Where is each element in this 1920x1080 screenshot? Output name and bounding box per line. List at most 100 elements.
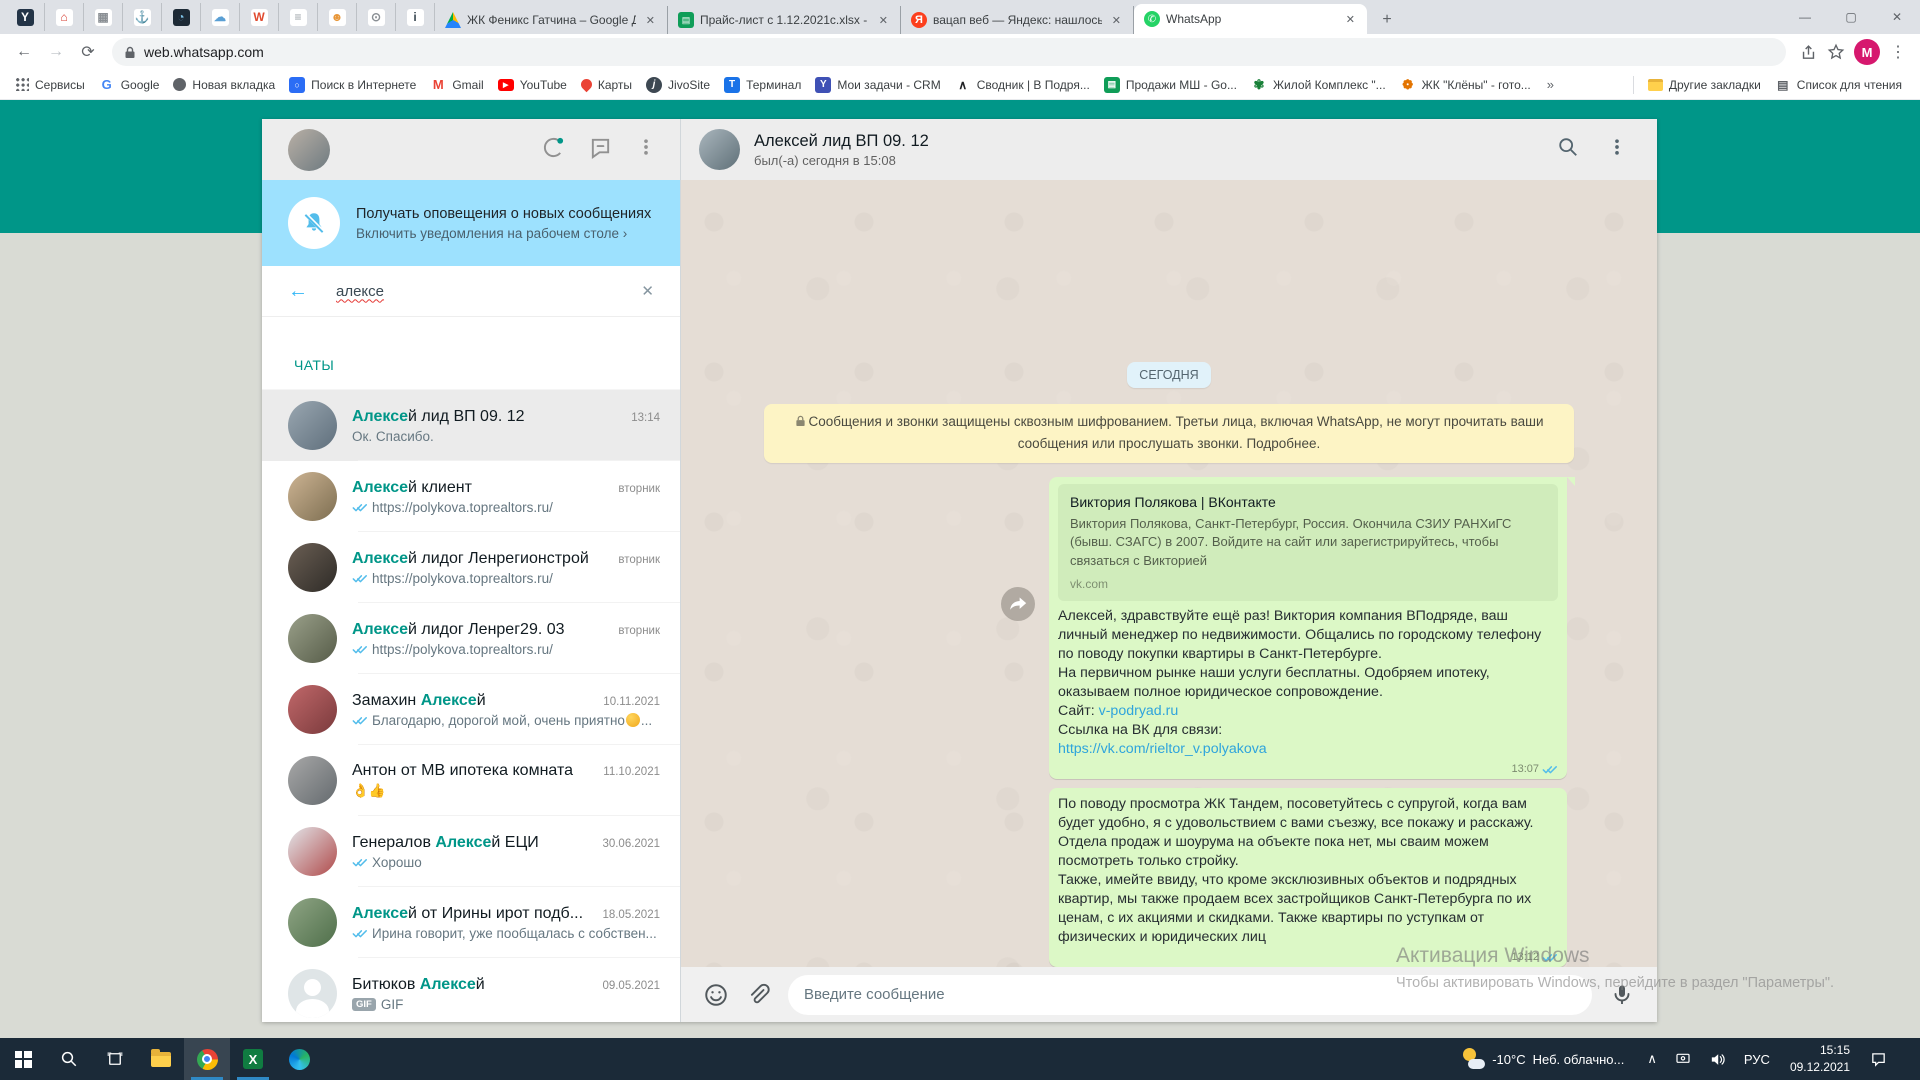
bookmark-item-folder[interactable]: Другие закладки — [1642, 74, 1767, 96]
chat-list-item[interactable]: Алексей клиент вторник https://polykova.to… — [262, 461, 680, 532]
language-indicator[interactable]: РУС — [1737, 1038, 1777, 1080]
bookmark-item[interactable]: j JivoSite — [640, 74, 716, 96]
chat-preview-text: https://polykova.toprealtors.ru/ — [372, 499, 553, 515]
bookmark-item[interactable]: ✾ Жилой Комплекс "... — [1245, 74, 1392, 96]
chat-list-item[interactable]: Антон от МВ ипотека комната 11.10.2021 👌👍 — [262, 745, 680, 816]
pinned-tab[interactable]: ◔ — [162, 3, 201, 31]
banner-subtitle[interactable]: Включить уведомления на рабочем столе › — [356, 226, 651, 241]
browser-tab-2[interactable]: ▤ Прайс-лист с 1.12.2021c.xlsx - G ✕ — [668, 6, 901, 34]
bookmark-item[interactable]: G Google — [93, 74, 166, 96]
new-tab-button[interactable]: + — [1373, 6, 1401, 34]
reload-button[interactable]: ⟳ — [74, 38, 102, 66]
browser-menu-icon[interactable]: ⋮ — [1884, 38, 1912, 66]
message-link[interactable]: v-podryad.ru — [1099, 703, 1179, 719]
pinned-tab[interactable]: ⌂ — [45, 3, 84, 31]
bookmark-item[interactable]: Новая вкладка — [167, 74, 281, 96]
bookmark-item[interactable]: ∧ Сводник | В Подря... — [949, 74, 1096, 96]
pinned-tab[interactable]: ☁ — [201, 3, 240, 31]
outgoing-message-row: По поводу просмотра ЖК Тандем, посоветуй… — [1049, 788, 1567, 967]
attach-icon[interactable] — [740, 977, 776, 1013]
bookmark-item[interactable]: ❁ ЖК "Клёны" - гото... — [1394, 74, 1537, 96]
file-explorer-button[interactable] — [138, 1038, 184, 1080]
bookmarks-overflow-chevron[interactable]: » — [1539, 77, 1562, 92]
minimize-button[interactable]: — — [1782, 0, 1828, 34]
pinned-tab[interactable]: ≡ — [279, 3, 318, 31]
pinned-tab[interactable]: i — [396, 3, 435, 31]
chat-list-item[interactable]: Алексей лидог Ленрег29. 03 вторник https:/… — [262, 603, 680, 674]
tab-close-icon[interactable]: ✕ — [642, 12, 659, 29]
status-icon[interactable] — [542, 136, 565, 164]
chat-search-icon[interactable] — [1557, 136, 1579, 163]
emoji-icon[interactable] — [698, 977, 734, 1013]
chat-preview-text: Ок. Спасибо. — [352, 428, 434, 444]
sidebar-menu-icon[interactable] — [636, 137, 656, 162]
bookmark-item[interactable]: ○ Поиск в Интернете — [283, 74, 422, 96]
tab-close-icon[interactable]: ✕ — [1108, 12, 1125, 29]
bookmark-item[interactable]: ▶ YouTube — [492, 74, 573, 96]
bookmark-item[interactable]: Y Мои задачи - CRM — [809, 74, 946, 96]
address-bar[interactable]: web.whatsapp.com — [112, 38, 1786, 66]
bookmark-label: Gmail — [452, 77, 484, 92]
bookmark-item[interactable]: T Терминал — [718, 74, 807, 96]
chat-list-item[interactable]: Алексей лид ВП 09. 12 13:14 Ок. Спасибо. — [262, 390, 680, 461]
pinned-tab[interactable]: Y — [6, 3, 45, 31]
pinned-tab[interactable]: ⊙ — [357, 3, 396, 31]
outgoing-message[interactable]: Виктория Полякова | ВКонтакте Виктория По… — [1049, 476, 1575, 780]
bookmark-item[interactable]: Карты — [575, 74, 638, 96]
forward-button[interactable] — [1001, 586, 1035, 621]
tab-close-icon[interactable]: ✕ — [875, 12, 892, 29]
bookmark-star-icon[interactable] — [1822, 38, 1850, 66]
browser-tab-3[interactable]: Явацап веб — Яндекс: нашлось 5 ✕ — [901, 6, 1134, 34]
profile-avatar[interactable] — [288, 128, 330, 171]
chat-list-item[interactable]: Генералов Алексей ЕЦИ 30.06.2021 Хорошо — [262, 816, 680, 887]
action-center-icon[interactable] — [1863, 1038, 1894, 1080]
weather-widget[interactable]: -10°C Неб. облачно... — [1451, 1047, 1634, 1071]
search-back-icon[interactable]: ← — [288, 280, 308, 303]
task-view-button[interactable] — [92, 1038, 138, 1080]
volume-icon[interactable] — [1702, 1038, 1733, 1080]
new-chat-icon[interactable] — [589, 136, 612, 164]
outgoing-message[interactable]: По поводу просмотра ЖК Тандем, посоветуй… — [1049, 788, 1567, 967]
chat-header[interactable]: Алексей лид ВП 09. 12 был(-а) сегодня в … — [681, 119, 1657, 180]
tray-display-icon[interactable] — [1668, 1038, 1698, 1080]
forward-button[interactable]: → — [42, 38, 70, 66]
taskbar-search-button[interactable] — [46, 1038, 92, 1080]
search-clear-icon[interactable]: ✕ — [641, 282, 654, 300]
close-button[interactable]: ✕ — [1874, 0, 1920, 34]
mic-icon[interactable] — [1604, 977, 1640, 1013]
chat-name-suffix: й лид ВП 09. 12 — [408, 407, 525, 425]
pinned-tab[interactable]: ⚓ — [123, 3, 162, 31]
browser-tab-1[interactable]: ЖК Феникс Гатчина – Google Д ✕ — [435, 6, 668, 34]
contact-avatar[interactable] — [699, 129, 740, 170]
message-input[interactable] — [788, 974, 1592, 1015]
encryption-notice[interactable]: Сообщения и звонки защищены сквозным шиф… — [764, 404, 1574, 463]
bookmark-item[interactable]: M Gmail — [424, 74, 489, 96]
bookmark-item[interactable]: Сервисы — [10, 74, 91, 96]
chat-list-item[interactable]: Алексей от Ирины ирот подб... 18.05.2021 И… — [262, 887, 680, 958]
browser-tab-4[interactable]: ✆ WhatsApp ✕ — [1134, 4, 1367, 34]
start-button[interactable] — [0, 1038, 46, 1080]
chat-list-item[interactable]: Алексей лидог Ленрегионстрой вторник https… — [262, 532, 680, 603]
link-preview[interactable]: Виктория Полякова | ВКонтакте Виктория По… — [1058, 483, 1558, 602]
taskbar-excel-button[interactable]: X — [230, 1038, 276, 1080]
bookmark-item[interactable]: ▤ Продажи МШ - Go... — [1098, 74, 1243, 96]
share-icon[interactable] — [1794, 38, 1822, 66]
chat-menu-icon[interactable] — [1607, 137, 1627, 162]
notifications-banner[interactable]: Получать оповещения о новых сообщениях В… — [262, 180, 680, 266]
maximize-button[interactable]: ▢ — [1828, 0, 1874, 34]
tray-chevron-icon[interactable]: ∧ — [1640, 1038, 1664, 1080]
taskbar-clock[interactable]: 15:15 09.12.2021 — [1781, 1042, 1859, 1076]
bookmark-item-reading[interactable]: ▤ Список для чтения — [1769, 74, 1908, 96]
search-input[interactable]: алексе — [336, 283, 641, 300]
chat-list-item[interactable]: Битюков Алексей 09.05.2021 GIF GIF — [262, 958, 680, 1022]
taskbar-chrome-button[interactable] — [184, 1038, 230, 1080]
taskbar-edge-button[interactable] — [276, 1038, 322, 1080]
browser-profile-avatar[interactable]: М — [1854, 39, 1880, 65]
message-link[interactable]: https://vk.com/rieltor_v.polyakova — [1058, 741, 1267, 757]
pinned-tab[interactable]: W — [240, 3, 279, 31]
back-button[interactable]: ← — [10, 38, 38, 66]
pinned-tab[interactable]: ☻ — [318, 3, 357, 31]
pinned-tab[interactable]: ▦ — [84, 3, 123, 31]
chat-list-item[interactable]: Замахин Алексей 10.11.2021 Благодарю, доро… — [262, 674, 680, 745]
tab-close-icon[interactable]: ✕ — [1342, 11, 1359, 28]
